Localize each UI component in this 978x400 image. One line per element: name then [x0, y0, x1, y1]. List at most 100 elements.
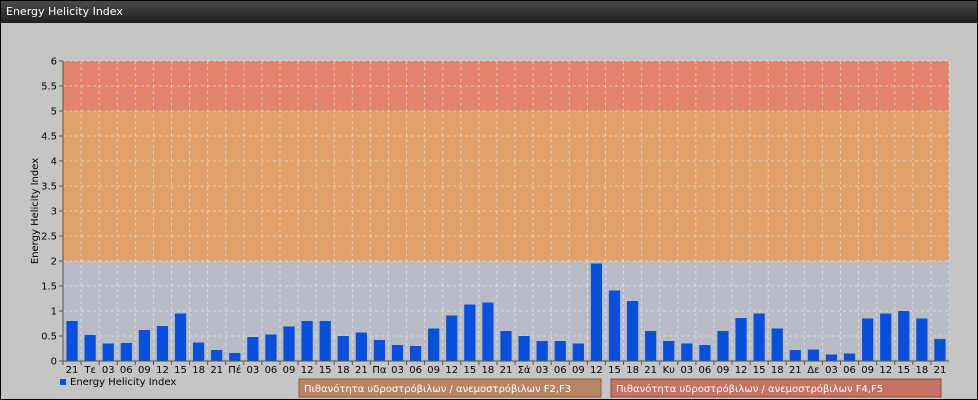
bar — [464, 304, 476, 361]
bar — [518, 336, 530, 361]
y-tick-label: 1 — [51, 307, 57, 318]
x-tick-label: 21 — [644, 365, 657, 376]
x-tick-label: 12 — [879, 365, 892, 376]
bar — [446, 315, 458, 361]
x-tick-label: 06 — [265, 365, 278, 376]
bar — [735, 318, 747, 361]
legend-band-f4f5-label: Πιθανότητα υδροστρόβιλων / ανεμοστρόβιλω… — [616, 383, 883, 395]
bar — [608, 290, 621, 361]
y-tick-label: 0.5 — [41, 332, 57, 343]
bar — [156, 326, 169, 361]
x-tick-label: Κυ — [663, 365, 676, 376]
bar — [880, 313, 892, 361]
x-tick-label: 15 — [174, 365, 187, 376]
y-tick-label: 3 — [51, 207, 57, 218]
x-tick-label: Τε — [83, 365, 96, 376]
x-tick-label: 06 — [699, 365, 712, 376]
window-title: Energy Helicity Index — [1, 1, 977, 23]
x-tick-label: 21 — [66, 365, 79, 376]
bar — [717, 331, 729, 361]
bar — [174, 313, 187, 361]
x-tick-label: Σά — [518, 364, 531, 376]
bar — [825, 354, 838, 361]
x-tick-label: 12 — [156, 365, 169, 376]
bar — [428, 328, 440, 361]
bar — [916, 318, 928, 361]
bar — [301, 321, 313, 361]
x-tick-label: 18 — [482, 365, 495, 376]
bar — [807, 349, 819, 361]
x-tick-label: 18 — [916, 365, 929, 376]
x-tick-label: 18 — [626, 365, 639, 376]
y-tick-label: 3.5 — [41, 182, 57, 193]
bar — [771, 328, 783, 361]
bar — [482, 302, 494, 361]
x-tick-label: 03 — [391, 365, 404, 376]
y-tick-label: 5.5 — [41, 82, 57, 93]
bar — [120, 343, 132, 361]
x-tick-label: 15 — [463, 365, 476, 376]
x-tick-label: 12 — [590, 365, 603, 376]
bar — [500, 331, 512, 361]
bar — [554, 341, 566, 361]
legend-label: Energy Helicity Index — [70, 377, 176, 388]
x-tick-label: 18 — [337, 365, 350, 376]
x-tick-label: 06 — [554, 365, 567, 376]
x-tick-label: 03 — [102, 365, 115, 376]
bar — [84, 335, 96, 361]
x-tick-label: 15 — [897, 365, 910, 376]
x-tick-label: 03 — [680, 365, 693, 376]
x-tick-label: 21 — [355, 365, 368, 376]
bar — [102, 343, 114, 361]
bar — [391, 345, 404, 361]
x-tick-label: 15 — [753, 365, 766, 376]
y-tick-label: 2 — [51, 257, 57, 268]
bar — [645, 331, 657, 361]
x-tick-label: Δε — [807, 365, 819, 376]
bar — [898, 311, 910, 361]
x-tick-label: 18 — [192, 365, 205, 376]
x-tick-label: 12 — [735, 365, 748, 376]
y-tick-label: 6 — [51, 57, 57, 68]
y-tick-label: 4 — [51, 157, 57, 168]
x-tick-label: 21 — [210, 365, 223, 376]
bar — [193, 342, 205, 361]
bar — [66, 321, 78, 361]
bar — [681, 343, 693, 361]
y-tick-label: 1.5 — [41, 282, 57, 293]
bar — [862, 318, 874, 361]
chart-svg: 0 0.5 1 1.5 2 2.5 3 3.5 4 4.5 5 5.5 6 21 Τε 03 06 09 12 15 1… — [30, 57, 950, 398]
legend: Energy Helicity Index Πιθανότητα υδροστρ… — [60, 377, 942, 398]
bar — [843, 353, 856, 361]
legend-swatch — [60, 379, 66, 385]
x-tick-label: 03 — [536, 365, 549, 376]
x-tick-label: 21 — [934, 365, 947, 376]
x-tick-label: 03 — [246, 365, 259, 376]
bar — [663, 341, 675, 361]
bar — [229, 353, 241, 361]
x-tick-label: 06 — [409, 365, 422, 376]
bar — [536, 341, 548, 361]
y-tick-label: 5 — [51, 107, 57, 118]
bar — [319, 321, 331, 361]
bar — [789, 350, 801, 361]
bar — [283, 326, 295, 361]
x-tick-label: 18 — [771, 365, 784, 376]
bar — [265, 334, 277, 361]
x-tick-label: 09 — [572, 365, 585, 376]
bar — [373, 340, 386, 361]
x-tick-label: 06 — [120, 365, 133, 376]
y-axis-label: Energy Helicity Index — [30, 158, 41, 264]
x-tick-label: 09 — [717, 365, 730, 376]
y-tick-label: 0 — [51, 357, 57, 368]
bar — [337, 336, 349, 361]
bar — [626, 301, 639, 361]
bar — [409, 346, 422, 361]
bar — [753, 313, 765, 361]
bar — [590, 263, 603, 361]
x-tick-label: 09 — [283, 365, 296, 376]
x-tick-label: Πέ — [228, 364, 241, 376]
x-tick-label: 21 — [789, 365, 802, 376]
x-tick-label: 12 — [301, 365, 314, 376]
x-tick-label: 06 — [843, 365, 856, 376]
